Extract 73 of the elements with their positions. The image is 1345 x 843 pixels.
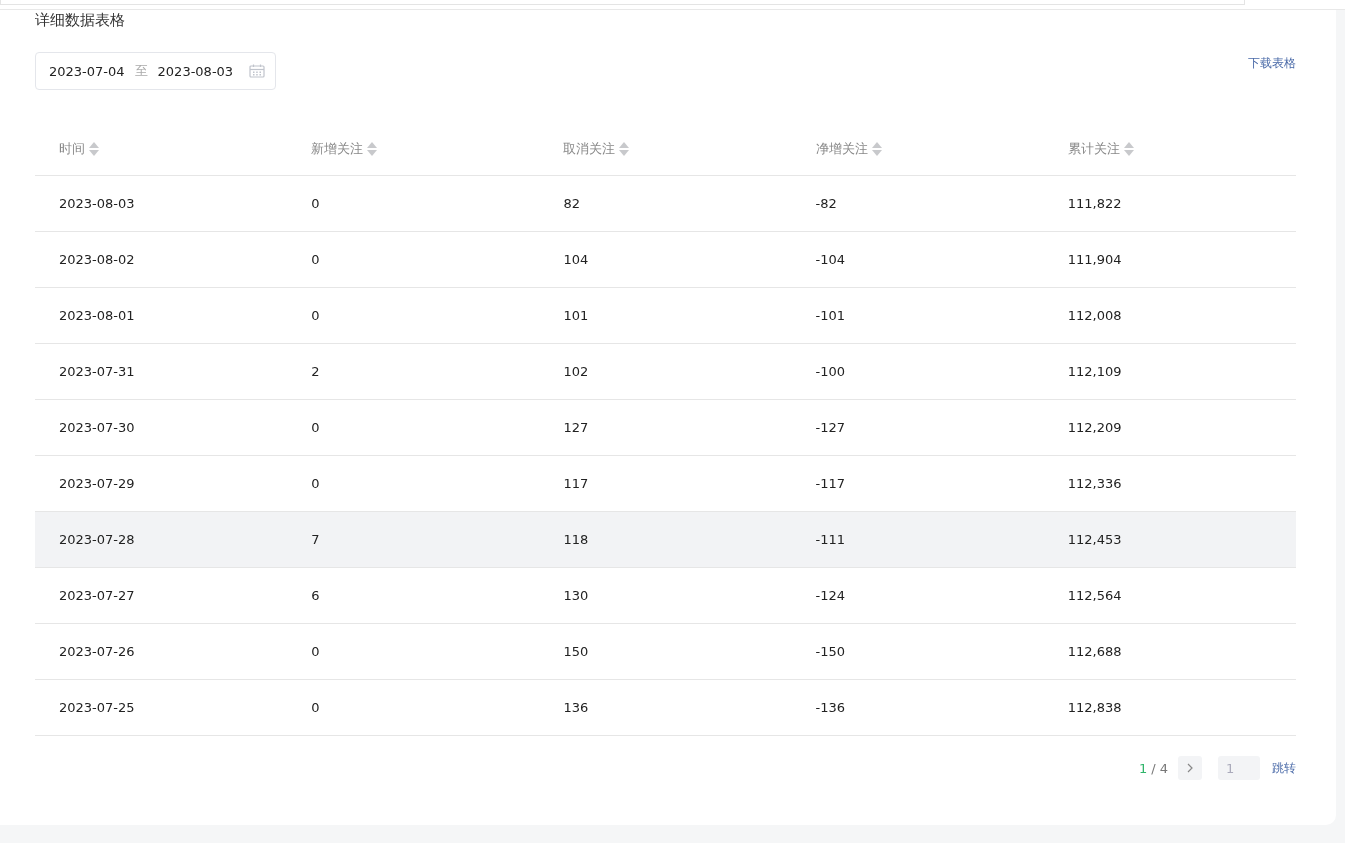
column-header[interactable]: 取消关注: [563, 139, 616, 158]
table-cell: -82: [815, 196, 837, 211]
start-date: 2023-07-04: [49, 63, 125, 79]
table-cell: -150: [815, 644, 846, 659]
table-cell: 112,109: [1067, 364, 1122, 379]
table-cell: 112,688: [1067, 644, 1122, 659]
column-header[interactable]: 新增关注: [311, 139, 364, 158]
table-cell: 2023-07-28: [59, 532, 135, 547]
section-title: 详细数据表格: [35, 10, 126, 30]
table-cell: 112,209: [1067, 420, 1122, 435]
table-cell: 2023-07-30: [59, 420, 135, 435]
table-cell: 102: [563, 364, 589, 379]
sort-icon[interactable]: [619, 140, 630, 157]
table-cell: 0: [311, 252, 320, 267]
download-link[interactable]: 下载表格: [1248, 55, 1296, 72]
table-cell: 2023-07-25: [59, 700, 135, 715]
chevron-right-icon: [1187, 763, 1193, 773]
sort-icon[interactable]: [89, 140, 99, 157]
table-cell: -111: [815, 532, 846, 547]
table-cell: 112,008: [1067, 308, 1122, 323]
table-cell: 111,904: [1067, 252, 1122, 267]
table-cell: -101: [815, 308, 846, 323]
sort-icon[interactable]: [871, 140, 882, 157]
table-cell: 2023-08-03: [59, 196, 135, 211]
table-cell: 2023-07-31: [59, 364, 135, 379]
table-cell: 101: [563, 308, 589, 323]
end-date: 2023-08-03: [157, 63, 234, 79]
table-cell: 112,336: [1067, 476, 1122, 491]
column-header[interactable]: 累计关注: [1067, 139, 1120, 158]
table-cell: 104: [563, 252, 589, 267]
table-cell: -136: [815, 700, 846, 715]
table-cell: 0: [311, 700, 320, 715]
table-cell: 2023-08-01: [59, 308, 135, 323]
table-cell: 127: [563, 420, 589, 435]
table-row[interactable]: 2023-07-28 7 118 -111 112,453: [35, 512, 1296, 568]
table-cell: -127: [815, 420, 846, 435]
table-cell: -117: [815, 476, 846, 491]
table-cell: -100: [815, 364, 846, 379]
column-header[interactable]: 净增关注: [815, 139, 868, 158]
table-cell: 112,453: [1067, 532, 1122, 547]
table-cell: 2023-07-26: [59, 644, 135, 659]
table-cell: 111,822: [1067, 196, 1122, 211]
table-cell: 2: [311, 364, 320, 379]
next-page-button[interactable]: [1178, 756, 1202, 780]
table-cell: 130: [563, 588, 589, 603]
jump-link[interactable]: 跳转: [1272, 759, 1296, 777]
calendar-icon: [249, 64, 266, 78]
page-total: / 4: [1151, 760, 1168, 776]
table-cell: 7: [311, 532, 320, 547]
table-cell: 0: [311, 644, 320, 659]
table-cell: -124: [815, 588, 846, 603]
table-cell: 2023-08-02: [59, 252, 135, 267]
column-header[interactable]: 时间: [59, 139, 85, 158]
table-cell: 6: [311, 588, 320, 603]
table-cell: 2023-07-27: [59, 588, 135, 603]
table-cell: 0: [311, 476, 320, 491]
table-cell: 0: [311, 308, 320, 323]
table-cell: 150: [563, 644, 589, 659]
table-cell: 136: [563, 700, 589, 715]
table-cell: 0: [311, 420, 320, 435]
table-cell: 0: [311, 196, 320, 211]
table-cell: 112,838: [1067, 700, 1122, 715]
table-cell: 2023-07-29: [59, 476, 135, 491]
table-cell: 118: [563, 532, 589, 547]
sort-icon[interactable]: [367, 140, 378, 157]
table-cell: 82: [563, 196, 580, 211]
date-range-picker[interactable]: 2023-07-04 至 2023-08-03: [35, 52, 277, 90]
sort-icon[interactable]: [1123, 140, 1134, 157]
range-separator: 至: [134, 62, 148, 80]
current-page: 1: [1138, 760, 1148, 776]
table-cell: 117: [563, 476, 589, 491]
table-cell: 112,564: [1067, 588, 1122, 603]
table-cell: -104: [815, 252, 846, 267]
